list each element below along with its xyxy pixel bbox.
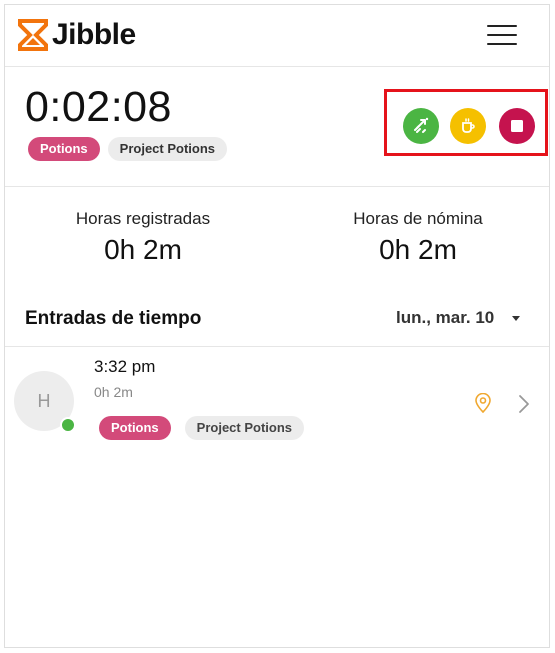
active-timer-section: 0:02:08 Potions Project Potions [5, 67, 549, 187]
caret-down-icon [512, 315, 521, 321]
activity-tag[interactable]: Potions [28, 137, 100, 161]
location-pin-icon[interactable] [474, 393, 492, 413]
entry-project-tag: Project Potions [184, 416, 305, 440]
entry-activity-tag: Potions [99, 416, 171, 440]
hamburger-menu-button[interactable] [487, 25, 517, 45]
project-tag[interactable]: Project Potions [107, 137, 228, 161]
jibble-logo[interactable]: Jibble [18, 18, 136, 52]
time-entries-title: Entradas de tiempo [25, 308, 202, 329]
app-frame: Jibble 0:02:08 Potions Project Potions H… [4, 4, 550, 648]
app-name: Jibble [52, 18, 136, 51]
entry-tags: Potions Project Potions [99, 416, 305, 440]
time-entry-row[interactable]: H 3:32 pm 0h 2m Potions Project Potions [5, 347, 549, 457]
elapsed-timer: 0:02:08 [25, 83, 172, 131]
chevron-right-icon[interactable] [518, 394, 530, 414]
payroll-hours-label: Horas de nómina [353, 209, 483, 228]
tracked-hours-value: 0h 2m [104, 234, 182, 265]
stop-timer-button[interactable] [499, 108, 535, 144]
app-header: Jibble [5, 5, 549, 67]
tracked-hours-stat: Horas registradas 0h 2m [43, 209, 243, 266]
coffee-icon [462, 118, 475, 133]
entry-duration: 0h 2m [94, 384, 133, 400]
timer-actions-highlight [384, 89, 548, 156]
switch-icon [414, 117, 429, 133]
avatar-initial: H [37, 390, 51, 411]
switch-activity-button[interactable] [403, 108, 439, 144]
stop-icon [511, 120, 523, 132]
status-dot [60, 417, 76, 433]
entry-time: 3:32 pm [94, 357, 156, 376]
take-break-button[interactable] [450, 108, 486, 144]
payroll-hours-stat: Horas de nómina 0h 2m [318, 209, 518, 266]
payroll-hours-value: 0h 2m [379, 234, 457, 265]
active-timer-tags: Potions Project Potions [28, 137, 228, 161]
hourglass-logo-icon [18, 19, 48, 51]
selected-date: lun., mar. 10 [396, 308, 495, 327]
tracked-hours-label: Horas registradas [75, 209, 211, 228]
date-selector[interactable]: lun., mar. 10 [396, 308, 521, 328]
